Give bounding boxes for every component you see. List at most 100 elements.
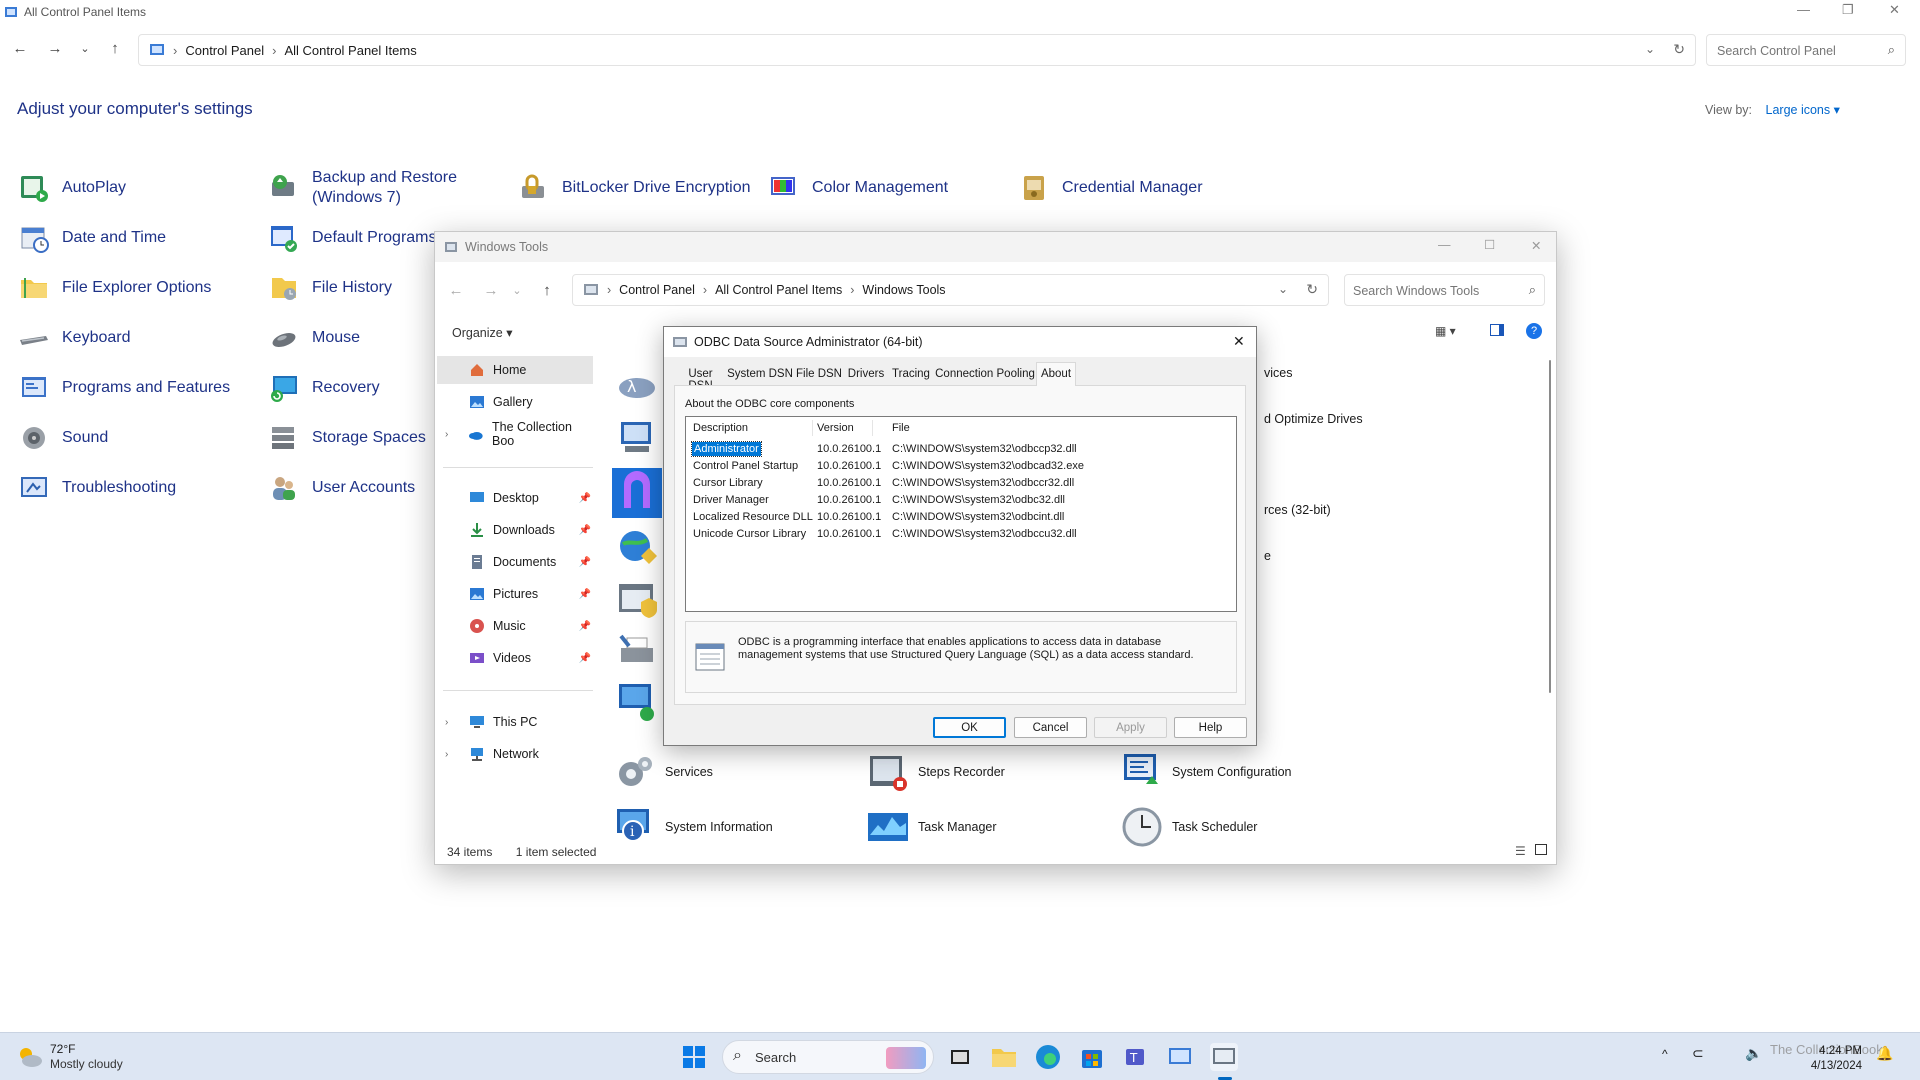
nav-documents[interactable]: Documents 📌 [435,548,595,576]
edge-icon[interactable] [1034,1043,1062,1071]
components-list[interactable]: Description Version File Administrator 1… [685,416,1237,612]
tab-connection-pooling[interactable]: Connection Pooling [935,365,1035,385]
pin-icon[interactable]: 📌 [579,525,591,536]
nav-home[interactable]: Home [437,356,593,384]
up-button[interactable]: ↑ [533,276,561,304]
forward-button[interactable]: → [41,34,69,62]
print-management-icon[interactable] [615,630,659,674]
pin-icon[interactable]: 📌 [579,653,591,664]
expand-chevron-icon[interactable]: › [445,749,469,760]
tool-steps-recorder[interactable]: Steps Recorder [866,750,1005,794]
scrollbar-thumb[interactable] [1549,360,1551,693]
cp-item-user-accounts[interactable]: User Accounts [268,472,415,504]
taskbar-search[interactable]: ⌕ Search [722,1040,934,1074]
expand-chevron-icon[interactable]: › [445,717,469,728]
odbc-taskbar-icon[interactable] [1210,1043,1238,1071]
cp-item-keyboard[interactable]: Keyboard [18,322,131,354]
breadcrumb-windows-tools[interactable]: Windows Tools [862,283,945,297]
close-button[interactable]: ✕ [1531,238,1541,253]
cp-item-programs-features[interactable]: Programs and Features [18,372,230,404]
breadcrumb-all-items[interactable]: All Control Panel Items [284,43,416,58]
table-row[interactable]: Control Panel Startup 10.0.26100.1 C:\WI… [686,458,1236,475]
nav-gallery[interactable]: Gallery [435,388,595,416]
cp-item-file-history[interactable]: File History [268,272,392,304]
restore-button[interactable]: ❐ [1842,2,1854,18]
preview-pane-icon[interactable] [1490,324,1504,336]
file-explorer-icon[interactable] [990,1043,1018,1071]
help-icon[interactable]: ? [1526,323,1542,339]
cp-item-autoplay[interactable]: AutoPlay [18,172,126,204]
cp-item-storage-spaces[interactable]: Storage Spaces [268,422,426,454]
organize-menu[interactable]: Organize ▾ [452,325,512,340]
large-icons-view-icon[interactable] [1535,844,1547,855]
nav-pictures[interactable]: Pictures 📌 [435,580,595,608]
tab-about[interactable]: About [1036,362,1076,386]
task-view-icon[interactable] [946,1043,974,1071]
store-icon[interactable] [1078,1043,1106,1071]
cloudy-weather-icon[interactable] [16,1045,44,1069]
start-icon[interactable] [680,1043,708,1071]
expand-chevron-icon[interactable]: › [445,429,468,440]
volume-icon[interactable]: 🔈 [1745,1045,1762,1062]
refresh-icon[interactable]: ↻ [1306,281,1318,298]
address-dropdown-icon[interactable]: ⌄ [1645,42,1655,56]
remote-desktop-icon[interactable] [615,680,659,724]
tool-system-configuration[interactable]: System Configuration [1120,750,1292,794]
selected-tool-icon[interactable] [612,468,662,518]
nav-this-pc[interactable]: › This PC [435,708,595,736]
help-button[interactable]: Help [1174,717,1247,738]
nav-videos[interactable]: Videos 📌 [435,644,595,672]
tool-services[interactable]: Services [613,750,713,794]
weather-temp[interactable]: 72°F [50,1042,75,1056]
recent-locations-button[interactable]: ⌄ [71,34,99,62]
cancel-button[interactable]: Cancel [1014,717,1087,738]
view-options-button[interactable]: ▦ ▾ [1435,324,1456,338]
column-header-version[interactable]: Version [817,422,854,434]
tab-user-dsn[interactable]: User DSN [675,365,726,392]
nav-downloads[interactable]: Downloads 📌 [435,516,595,544]
odbc-admin-icon[interactable]: λ [615,362,659,406]
column-header-file[interactable]: File [892,422,910,434]
tab-tracing[interactable]: Tracing [888,365,934,385]
breadcrumb-control-panel[interactable]: Control Panel [619,283,695,297]
cp-item-backup-restore[interactable]: Backup and Restore (Windows 7) [268,168,468,208]
cp-item-troubleshooting[interactable]: Troubleshooting [18,472,176,504]
teams-icon[interactable]: T [1122,1043,1150,1071]
address-bar[interactable]: › Control Panel › All Control Panel Item… [138,34,1696,66]
notifications-icon[interactable]: 🔔 [1876,1045,1893,1062]
tab-file-dsn[interactable]: File DSN [794,365,844,385]
cp-item-sound[interactable]: Sound [18,422,108,454]
maximize-button[interactable]: ☐ [1484,237,1495,252]
tool-task-scheduler[interactable]: Task Scheduler [1120,805,1257,849]
show-hidden-icons-chevron[interactable]: ^ [1662,1047,1668,1061]
close-button[interactable]: ✕ [1233,333,1245,350]
forward-button[interactable]: → [477,276,505,304]
table-row[interactable]: Driver Manager 10.0.26100.1 C:\WINDOWS\s… [686,492,1236,509]
close-button[interactable]: ✕ [1889,2,1900,18]
refresh-icon[interactable]: ↻ [1673,41,1685,58]
address-bar[interactable]: › Control Panel › All Control Panel Item… [572,274,1329,306]
clock-time[interactable]: 4:24 PM [1782,1045,1862,1057]
table-row[interactable]: Administrator 10.0.26100.1 C:\WINDOWS\sy… [686,441,1236,458]
table-row[interactable]: Localized Resource DLL 10.0.26100.1 C:\W… [686,509,1236,526]
up-button[interactable]: ↑ [101,34,129,62]
search-control-panel-input[interactable]: Search Control Panel ⌕ [1706,34,1906,66]
view-by-dropdown[interactable]: Large icons ▾ [1766,103,1840,117]
cp-item-mouse[interactable]: Mouse [268,322,360,354]
ok-button[interactable]: OK [933,717,1006,738]
minimize-button[interactable]: — [1438,238,1451,252]
network-tray-icon[interactable]: ⊂ [1692,1045,1704,1062]
tool-system-information[interactable]: i System Information [613,805,773,849]
cp-item-default-programs[interactable]: Default Programs [268,222,437,254]
search-windows-tools-input[interactable]: Search Windows Tools ⌕ [1344,274,1545,306]
nav-music[interactable]: Music 📌 [435,612,595,640]
cp-item-bitlocker[interactable]: BitLocker Drive Encryption [518,172,751,204]
breadcrumb-control-panel[interactable]: Control Panel [185,43,264,58]
nav-onedrive[interactable]: › The Collection Boo [435,420,595,448]
pin-icon[interactable]: 📌 [579,589,591,600]
internet-options-icon[interactable] [615,526,659,570]
weather-description[interactable]: Mostly cloudy [50,1057,123,1071]
cp-item-color-management[interactable]: Color Management [768,172,948,204]
details-view-icon[interactable]: ☰ [1515,844,1526,858]
back-button[interactable]: ← [442,276,470,304]
